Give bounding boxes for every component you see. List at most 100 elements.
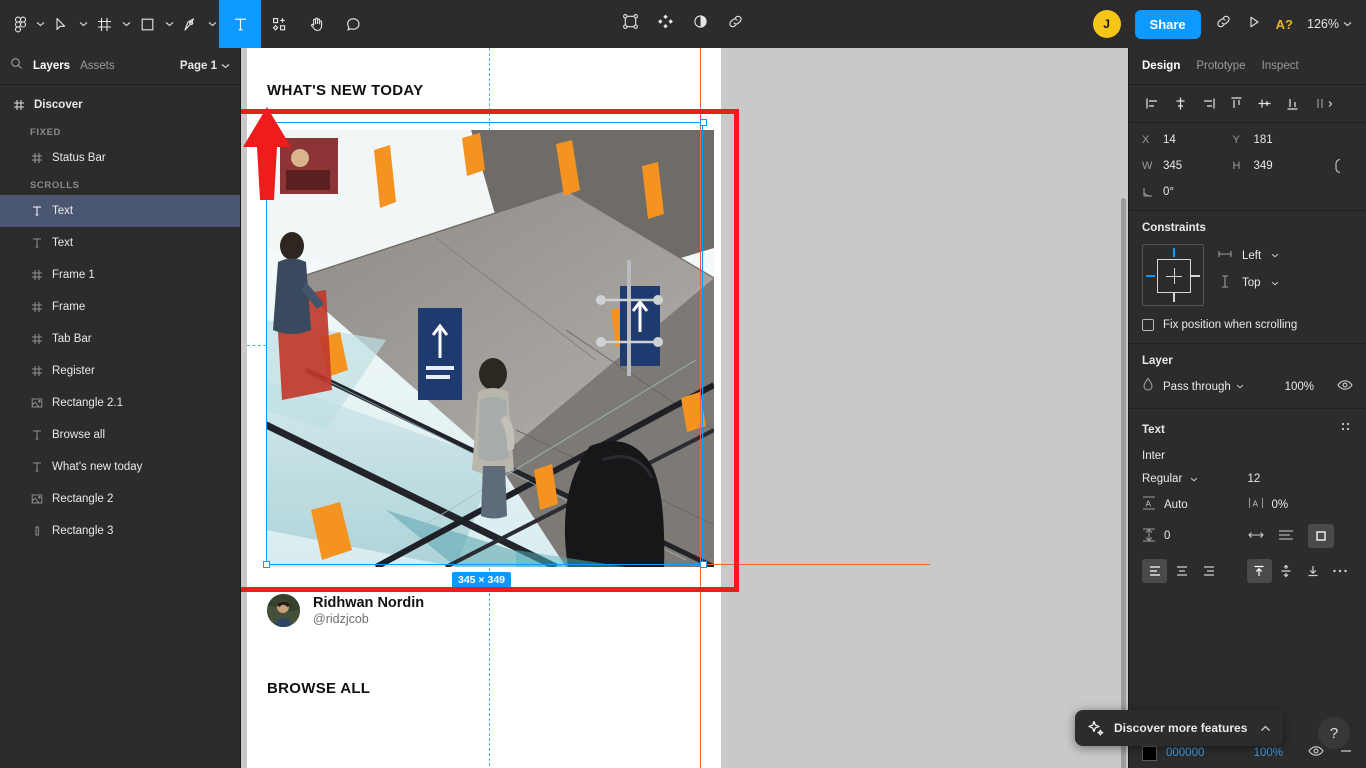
search-icon[interactable] (10, 57, 23, 75)
present-play-icon[interactable] (1246, 14, 1262, 35)
align-right-icon[interactable] (1195, 91, 1221, 117)
frame-tool-chevron-down-icon[interactable] (119, 21, 133, 27)
auto-height-icon[interactable] (1278, 529, 1294, 544)
fill-color-swatch[interactable] (1142, 746, 1157, 761)
accessibility-badge[interactable]: A? (1276, 17, 1293, 32)
y-field[interactable]: Y 181 (1233, 134, 1324, 146)
selection-handle-bottom-right[interactable] (700, 561, 707, 568)
layer-item-rectangle-2[interactable]: Rectangle 2 (0, 483, 240, 515)
constraint-vertical-dropdown[interactable]: Top (1218, 275, 1279, 291)
paragraph-spacing-field[interactable]: 0 (1142, 528, 1248, 545)
text-align-center-icon[interactable] (1169, 559, 1194, 583)
horizontal-resize-icon[interactable] (1248, 529, 1264, 544)
layer-item-browse-all[interactable]: Browse all (0, 419, 240, 451)
text-tool-icon[interactable] (219, 0, 261, 48)
tab-layers[interactable]: Layers (33, 60, 70, 72)
layer-item-text-selected[interactable]: Text (0, 195, 240, 227)
shape-tool-icon[interactable] (133, 0, 162, 48)
layer-item-status-bar[interactable]: Status Bar (0, 142, 240, 174)
align-vertical-center-icon[interactable] (1251, 91, 1277, 117)
tab-prototype[interactable]: Prototype (1196, 60, 1245, 72)
help-button[interactable]: ? (1318, 717, 1350, 749)
layer-item-whats-new-today[interactable]: What's new today (0, 451, 240, 483)
canvas[interactable]: WHAT'S NEW TODAY (241, 48, 1128, 768)
constrain-proportions-icon[interactable] (1323, 157, 1353, 175)
shape-tool-chevron-down-icon[interactable] (162, 21, 176, 27)
constraint-left-marker[interactable] (1146, 275, 1155, 277)
discover-more-features-pill[interactable]: Discover more features (1075, 710, 1283, 746)
align-horizontal-center-icon[interactable] (1167, 91, 1193, 117)
height-field[interactable]: H 349 (1233, 160, 1324, 172)
line-height-field[interactable]: A Auto (1142, 496, 1248, 513)
components-icon[interactable] (657, 13, 674, 35)
tab-assets[interactable]: Assets (80, 60, 115, 72)
link-icon[interactable] (727, 13, 744, 35)
align-top-icon[interactable] (1223, 91, 1249, 117)
avatar[interactable]: J (1093, 10, 1121, 38)
chevron-up-icon[interactable] (1260, 725, 1271, 732)
layer-item-discover[interactable]: Discover (0, 89, 240, 121)
move-tool-icon[interactable] (47, 0, 76, 48)
more-options-icon[interactable] (1328, 559, 1353, 583)
fill-hex-value[interactable]: 000000 (1166, 747, 1204, 759)
layer-item-rectangle-3[interactable]: Rectangle 3 (0, 515, 240, 547)
layer-item-register[interactable]: Register (0, 355, 240, 387)
text-styles-icon[interactable] (1339, 420, 1353, 439)
selection-handle-bottom-left[interactable] (263, 561, 270, 568)
layer-item-frame-1[interactable]: Frame 1 (0, 259, 240, 291)
mask-icon[interactable] (622, 13, 639, 35)
frame-tool-icon[interactable] (90, 0, 119, 48)
constraint-top-marker[interactable] (1173, 248, 1175, 257)
layer-item-tab-bar[interactable]: Tab Bar (0, 323, 240, 355)
text-valign-bottom-icon[interactable] (1301, 559, 1326, 583)
design-frame-discover[interactable]: WHAT'S NEW TODAY (247, 48, 721, 768)
figma-menu-chevron-down-icon[interactable] (33, 21, 47, 27)
constraint-horizontal-dropdown[interactable]: Left (1218, 249, 1279, 262)
distribute-icon[interactable] (1313, 91, 1339, 117)
layer-item-frame[interactable]: Frame (0, 291, 240, 323)
comment-tool-icon[interactable] (335, 0, 372, 48)
text-valign-top-icon[interactable] (1247, 559, 1272, 583)
align-left-icon[interactable] (1139, 91, 1165, 117)
align-bottom-icon[interactable] (1279, 91, 1305, 117)
pen-tool-icon[interactable] (176, 0, 205, 48)
text-align-right-icon[interactable] (1196, 559, 1221, 583)
hero-image[interactable] (266, 130, 714, 567)
font-size-field[interactable]: 12 (1248, 473, 1354, 485)
figma-menu-icon[interactable] (0, 0, 33, 48)
eye-icon[interactable] (1308, 744, 1324, 762)
constraints-widget[interactable] (1142, 244, 1204, 306)
rotation-field[interactable]: 0° (1142, 186, 1233, 198)
selection-handle-top-right[interactable] (700, 119, 707, 126)
resources-tool-icon[interactable] (261, 0, 298, 48)
layer-item-text[interactable]: Text (0, 227, 240, 259)
text-align-left-icon[interactable] (1142, 559, 1167, 583)
constraint-right-marker[interactable] (1191, 275, 1200, 277)
font-family-dropdown[interactable]: Inter (1142, 450, 1165, 462)
layer-opacity-value[interactable]: 100% (1285, 381, 1314, 393)
blend-mode-icon[interactable] (692, 13, 709, 35)
fixed-size-icon[interactable] (1308, 524, 1334, 548)
width-field[interactable]: W 345 (1142, 160, 1233, 172)
zoom-control[interactable]: 126% (1307, 17, 1352, 31)
constraint-bottom-marker[interactable] (1173, 293, 1175, 302)
copy-link-icon[interactable] (1215, 13, 1232, 35)
author-row[interactable]: Ridhwan Nordin @ridzjcob (267, 594, 424, 628)
move-tool-chevron-down-icon[interactable] (76, 21, 90, 27)
tab-design[interactable]: Design (1142, 60, 1180, 72)
page-selector[interactable]: Page 1 (180, 60, 230, 72)
text-valign-middle-icon[interactable] (1274, 559, 1299, 583)
hand-tool-icon[interactable] (298, 0, 335, 48)
tab-inspect[interactable]: Inspect (1262, 60, 1299, 72)
layer-item-rectangle-2-1[interactable]: Rectangle 2.1 (0, 387, 240, 419)
x-field[interactable]: X 14 (1142, 134, 1233, 146)
font-weight-dropdown[interactable]: Regular (1142, 473, 1248, 485)
letter-spacing-field[interactable]: A 0% (1248, 496, 1354, 513)
pen-tool-chevron-down-icon[interactable] (205, 21, 219, 27)
blend-mode-dropdown[interactable]: Pass through (1163, 381, 1244, 393)
eye-icon[interactable] (1337, 378, 1353, 396)
canvas-scrollbar[interactable] (1121, 198, 1126, 768)
fill-opacity-value[interactable]: 100% (1254, 747, 1283, 759)
share-button[interactable]: Share (1135, 10, 1201, 39)
fix-position-checkbox[interactable]: Fix position when scrolling (1142, 319, 1353, 331)
